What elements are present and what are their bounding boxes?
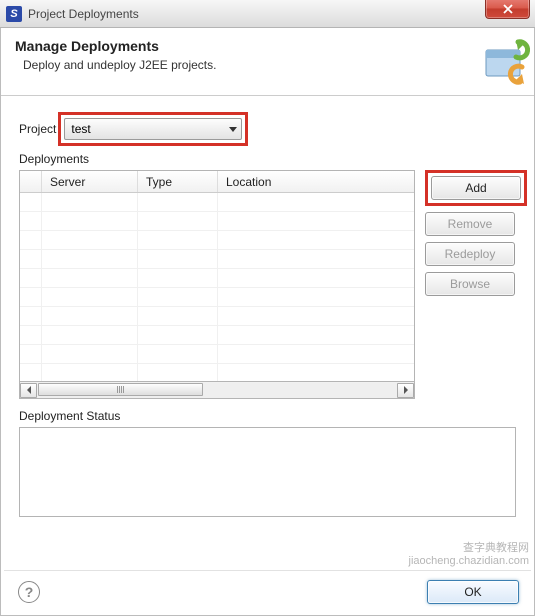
close-button[interactable]: [485, 0, 530, 19]
table-row[interactable]: [20, 288, 414, 307]
button-column: Add Remove Redeploy Browse: [425, 170, 527, 399]
window-title: Project Deployments: [28, 7, 139, 21]
horizontal-scrollbar[interactable]: [19, 382, 415, 399]
table-row[interactable]: [20, 193, 414, 212]
dialog-header: Manage Deployments Deploy and undeploy J…: [1, 28, 534, 96]
ok-button[interactable]: OK: [427, 580, 519, 604]
table-row[interactable]: [20, 250, 414, 269]
deployments-label: Deployments: [19, 152, 520, 166]
project-highlight: test: [58, 112, 248, 146]
table-row[interactable]: [20, 269, 414, 288]
col-server[interactable]: Server: [42, 171, 138, 192]
col-icon[interactable]: [20, 171, 42, 192]
close-icon: [503, 4, 513, 14]
status-textarea[interactable]: [19, 427, 516, 517]
deployments-area: Server Type Location: [19, 170, 520, 399]
table-wrap: Server Type Location: [19, 170, 415, 399]
app-icon: S: [6, 6, 22, 22]
deployments-table[interactable]: Server Type Location: [19, 170, 415, 382]
scroll-track[interactable]: [37, 383, 397, 398]
add-button[interactable]: Add: [431, 176, 521, 200]
browse-button[interactable]: Browse: [425, 272, 515, 296]
scroll-right-button[interactable]: [397, 383, 414, 398]
remove-button[interactable]: Remove: [425, 212, 515, 236]
table-row[interactable]: [20, 326, 414, 345]
project-selected-value: test: [71, 122, 90, 136]
scroll-thumb[interactable]: [38, 383, 203, 396]
table-row[interactable]: [20, 307, 414, 326]
redeploy-button[interactable]: Redeploy: [425, 242, 515, 266]
scroll-left-button[interactable]: [20, 383, 37, 398]
titlebar: S Project Deployments: [0, 0, 535, 28]
project-combobox[interactable]: test: [64, 118, 242, 140]
project-row: Project test: [19, 112, 520, 146]
status-label: Deployment Status: [19, 409, 520, 423]
form-area: Project test Deployments Server Type Loc…: [1, 96, 534, 527]
help-button[interactable]: ?: [18, 581, 40, 603]
watermark: 查字典教程网 jiaocheng.chazidian.com: [409, 542, 529, 568]
chevron-down-icon: [229, 127, 237, 132]
project-label: Project: [19, 122, 56, 136]
col-location[interactable]: Location: [218, 171, 414, 192]
table-row[interactable]: [20, 231, 414, 250]
help-icon: ?: [25, 584, 34, 600]
table-body: [20, 193, 414, 382]
col-type[interactable]: Type: [138, 171, 218, 192]
arrow-right-icon: [403, 386, 409, 394]
table-row[interactable]: [20, 364, 414, 382]
arrow-left-icon: [26, 386, 32, 394]
header-subtitle: Deploy and undeploy J2EE projects.: [15, 58, 522, 72]
grip-icon: [117, 386, 125, 393]
dialog-content: Manage Deployments Deploy and undeploy J…: [0, 28, 535, 616]
dialog-footer: ? OK: [4, 570, 531, 612]
add-highlight: Add: [425, 170, 527, 206]
table-header: Server Type Location: [20, 171, 414, 193]
table-row[interactable]: [20, 212, 414, 231]
header-title: Manage Deployments: [15, 38, 522, 54]
deploy-icon: [480, 36, 532, 88]
table-row[interactable]: [20, 345, 414, 364]
